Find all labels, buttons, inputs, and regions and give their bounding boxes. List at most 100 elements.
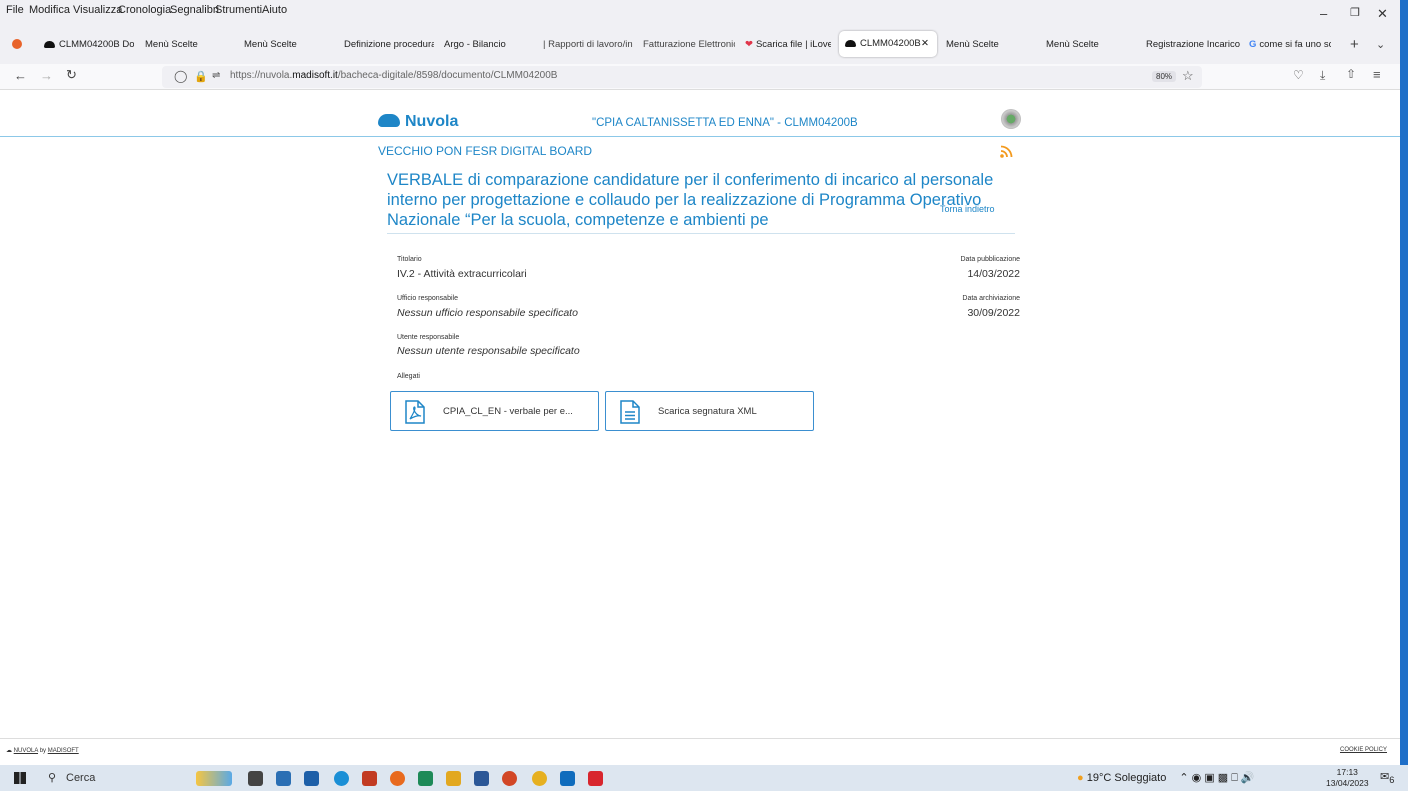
powerpoint-icon[interactable]: [502, 771, 517, 786]
back-link[interactable]: Torna indietro: [940, 204, 995, 214]
rss-icon[interactable]: [1000, 145, 1013, 158]
lock-icon[interactable]: 🔒: [194, 70, 208, 83]
menu-cronologia[interactable]: Cronologia: [118, 4, 171, 16]
store-icon[interactable]: [304, 771, 319, 786]
page-content: Nuvola "CPIA CALTANISSETTA ED ENNA" - CL…: [0, 90, 1400, 765]
app-menu-icon[interactable]: ≡: [1373, 67, 1381, 82]
windows-start-icon[interactable]: [14, 772, 26, 784]
tab-fatturazione[interactable]: Fatturazione Elettronic: [643, 34, 735, 56]
pocket-icon[interactable]: ♡: [1293, 68, 1304, 82]
back-icon[interactable]: ←: [14, 68, 27, 83]
google-icon: G: [1249, 39, 1257, 50]
tab-clmm-1[interactable]: CLMM04200B Do: [44, 34, 134, 56]
notification-icon[interactable]: ✉6: [1380, 770, 1394, 785]
tab-menu-scelte-2[interactable]: Menù Scelte: [244, 34, 324, 56]
list-tabs-icon[interactable]: ⌄: [1376, 38, 1385, 51]
titolario-label: Titolario: [397, 256, 422, 263]
attachment-pdf-label: CPIA_CL_EN - verbale per e...: [443, 406, 573, 417]
menu-file[interactable]: File: [6, 4, 24, 16]
taskbar-widget-icon[interactable]: [196, 771, 232, 786]
taskbar-clock[interactable]: 17:13 13/04/2023: [1326, 767, 1369, 789]
tab-rapporti[interactable]: | Rapporti di lavoro/in: [543, 34, 633, 56]
url-text[interactable]: https://nuvola.madisoft.it/bacheca-digit…: [230, 70, 557, 81]
sun-icon: ●: [1077, 772, 1084, 784]
tab-google[interactable]: Gcome si fa uno sc: [1249, 34, 1331, 56]
firefox-icon[interactable]: [12, 39, 22, 49]
menu-segnalibri[interactable]: Segnalibri: [170, 4, 219, 16]
tab-registrazione[interactable]: Registrazione Incarico: [1146, 34, 1241, 56]
allegati-label: Allegati: [397, 373, 420, 380]
share-icon[interactable]: ⇧: [1346, 67, 1356, 81]
forward-icon[interactable]: →: [40, 68, 53, 83]
tab-definizione[interactable]: Definizione procedura: [344, 34, 434, 56]
tab-menu-scelte-3[interactable]: Menù Scelte: [946, 34, 1026, 56]
heart-icon: ❤: [745, 39, 753, 50]
scrollbar[interactable]: [1400, 0, 1408, 765]
footer-madisoft-link[interactable]: MADISOFT: [48, 748, 79, 754]
close-tab-icon[interactable]: ✕: [921, 31, 929, 57]
permissions-icon[interactable]: ⇌: [212, 70, 220, 81]
nuvola-logo[interactable]: Nuvola: [378, 113, 458, 131]
reload-icon[interactable]: ↻: [66, 67, 77, 83]
document-title: VERBALE di comparazione candidature per …: [387, 171, 994, 229]
attachment-pdf-button[interactable]: CPIA_CL_EN - verbale per e...: [390, 391, 599, 431]
menu-aiuto[interactable]: Aiuto: [262, 4, 287, 16]
search-icon: ⚲: [48, 772, 57, 784]
tab-bar: CLMM04200B Do Menù Scelte Menù Scelte De…: [0, 22, 1400, 64]
tab-menu-scelte-4[interactable]: Menù Scelte: [1046, 34, 1126, 56]
minimize-icon[interactable]: –: [1320, 6, 1327, 21]
nuvola-cloud-icon: [845, 39, 856, 47]
shield-icon[interactable]: ◯: [174, 69, 187, 83]
tab-clmm-active[interactable]: CLMM04200B ✕: [839, 31, 937, 57]
chrome-icon[interactable]: [532, 771, 547, 786]
tab-menu-scelte-1[interactable]: Menù Scelte: [145, 34, 225, 56]
menu-visualizza[interactable]: Visualizza: [73, 4, 122, 16]
cookie-policy-link[interactable]: COOKIE POLICY: [1340, 747, 1387, 753]
menu-bar: File Modifica Visualizza Cronologia Segn…: [0, 0, 1400, 22]
tray-icons[interactable]: ⌃ ◉ ▣ ▩ ⎕ 🔊: [1179, 772, 1254, 784]
close-window-icon[interactable]: ✕: [1377, 6, 1388, 22]
page-footer: ☁ NUVOLA by MADISOFT COOKIE POLICY: [0, 738, 1400, 765]
weather-text[interactable]: 19°C Soleggiato: [1087, 772, 1167, 784]
edge-icon[interactable]: [334, 771, 349, 786]
taskbar-search[interactable]: ⚲ Cerca: [44, 769, 179, 787]
divider: [387, 233, 1015, 234]
outlook-icon[interactable]: [560, 771, 575, 786]
windows-taskbar: ⚲ Cerca ● 19°C Soleggiato ⌃ ◉ ▣ ▩ ⎕ 🔊 17:…: [0, 765, 1408, 791]
nuvola-cloud-icon: [44, 40, 55, 48]
section-title: VECCHIO PON FESR DIGITAL BOARD: [378, 144, 593, 158]
url-bar[interactable]: ◯ 🔒 ⇌ https://nuvola.madisoft.it/bacheca…: [162, 66, 1202, 88]
task-view-icon[interactable]: [248, 771, 263, 786]
tab-ilove[interactable]: ❤ Scarica file | iLove: [745, 34, 831, 56]
ufficio-value: Nessun ufficio responsabile specificato: [397, 307, 578, 319]
italian-republic-emblem-icon: [1001, 109, 1021, 129]
footer-brand: ☁ NUVOLA by MADISOFT: [6, 748, 79, 754]
word-icon[interactable]: [474, 771, 489, 786]
utente-label: Utente responsabile: [397, 334, 460, 341]
menu-strumenti[interactable]: Strumenti: [215, 4, 262, 16]
ufficio-label: Ufficio responsabile: [397, 295, 458, 302]
zoom-level[interactable]: 80%: [1152, 71, 1177, 82]
firefox-taskbar-icon[interactable]: [390, 771, 405, 786]
utente-value: Nessun utente responsabile specificato: [397, 345, 580, 357]
attachment-xml-button[interactable]: Scarica segnatura XML: [605, 391, 814, 431]
nuvola-header: Nuvola "CPIA CALTANISSETTA ED ENNA" - CL…: [0, 100, 1400, 137]
acrobat-icon[interactable]: [588, 771, 603, 786]
tab-argo[interactable]: Argo - Bilancio: [444, 34, 524, 56]
downloads-icon[interactable]: ⤓: [1320, 68, 1325, 83]
publisher-icon[interactable]: [418, 771, 433, 786]
navigation-bar: ← → ↻ ◯ 🔒 ⇌ https://nuvola.madisoft.it/b…: [0, 64, 1400, 90]
file-explorer-icon[interactable]: [446, 771, 461, 786]
archiviazione-label: Data archiviazione: [962, 295, 1020, 302]
pubblicazione-label: Data pubblicazione: [960, 256, 1020, 263]
document-file-icon: [620, 400, 640, 424]
footer-cloud-icon: ☁: [6, 748, 14, 754]
access-icon[interactable]: [362, 771, 377, 786]
menu-modifica[interactable]: Modifica: [29, 4, 70, 16]
new-tab-icon[interactable]: +: [1350, 36, 1359, 53]
system-tray: ● 19°C Soleggiato ⌃ ◉ ▣ ▩ ⎕ 🔊: [1077, 771, 1255, 785]
bookmark-star-icon[interactable]: ☆: [1182, 68, 1194, 84]
taskbar-app-icon[interactable]: [276, 771, 291, 786]
restore-icon[interactable]: ❐: [1350, 6, 1360, 19]
footer-nuvola-link[interactable]: NUVOLA: [14, 748, 38, 754]
